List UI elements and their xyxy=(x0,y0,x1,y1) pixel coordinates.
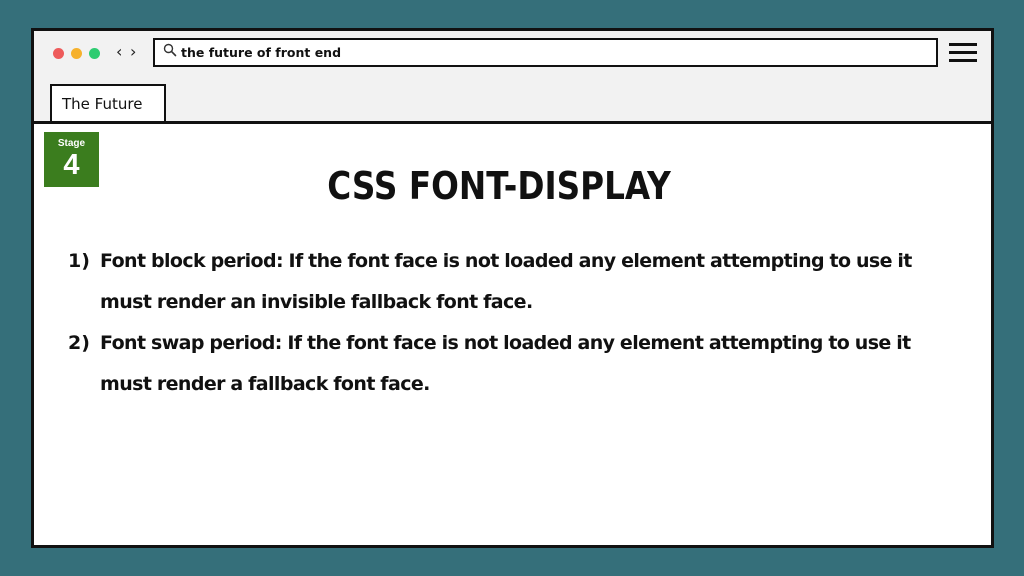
browser-window: ‹ › The Future Stage 4 CSS FONT-DISPLAY … xyxy=(31,28,994,548)
content-list: 1) Font block period: If the font face i… xyxy=(68,241,948,405)
stage-number: 4 xyxy=(63,149,80,181)
list-text: Font swap period: If the font face is no… xyxy=(100,332,911,395)
list-item: 2) Font swap period: If the font face is… xyxy=(68,323,948,405)
browser-toolbar: ‹ › The Future xyxy=(34,31,991,124)
address-bar[interactable] xyxy=(153,38,938,67)
list-number: 1) xyxy=(68,250,90,272)
list-item: 1) Font block period: If the font face i… xyxy=(68,241,948,323)
list-number: 2) xyxy=(68,332,90,354)
back-arrow-icon[interactable]: ‹ xyxy=(116,42,122,62)
list-text: Font block period: If the font face is n… xyxy=(100,250,912,313)
tab-the-future[interactable]: The Future xyxy=(50,84,166,121)
address-input[interactable] xyxy=(181,40,921,65)
maximize-window-icon[interactable] xyxy=(89,48,100,59)
forward-arrow-icon[interactable]: › xyxy=(130,42,136,62)
minimize-window-icon[interactable] xyxy=(71,48,82,59)
hamburger-menu-icon[interactable] xyxy=(949,43,977,63)
page-title: CSS FONT-DISPLAY xyxy=(327,164,671,208)
stage-label: Stage xyxy=(57,138,86,149)
stage-badge: Stage 4 xyxy=(44,132,99,187)
search-icon xyxy=(163,43,177,57)
close-window-icon[interactable] xyxy=(53,48,64,59)
tab-label: The Future xyxy=(62,95,143,113)
